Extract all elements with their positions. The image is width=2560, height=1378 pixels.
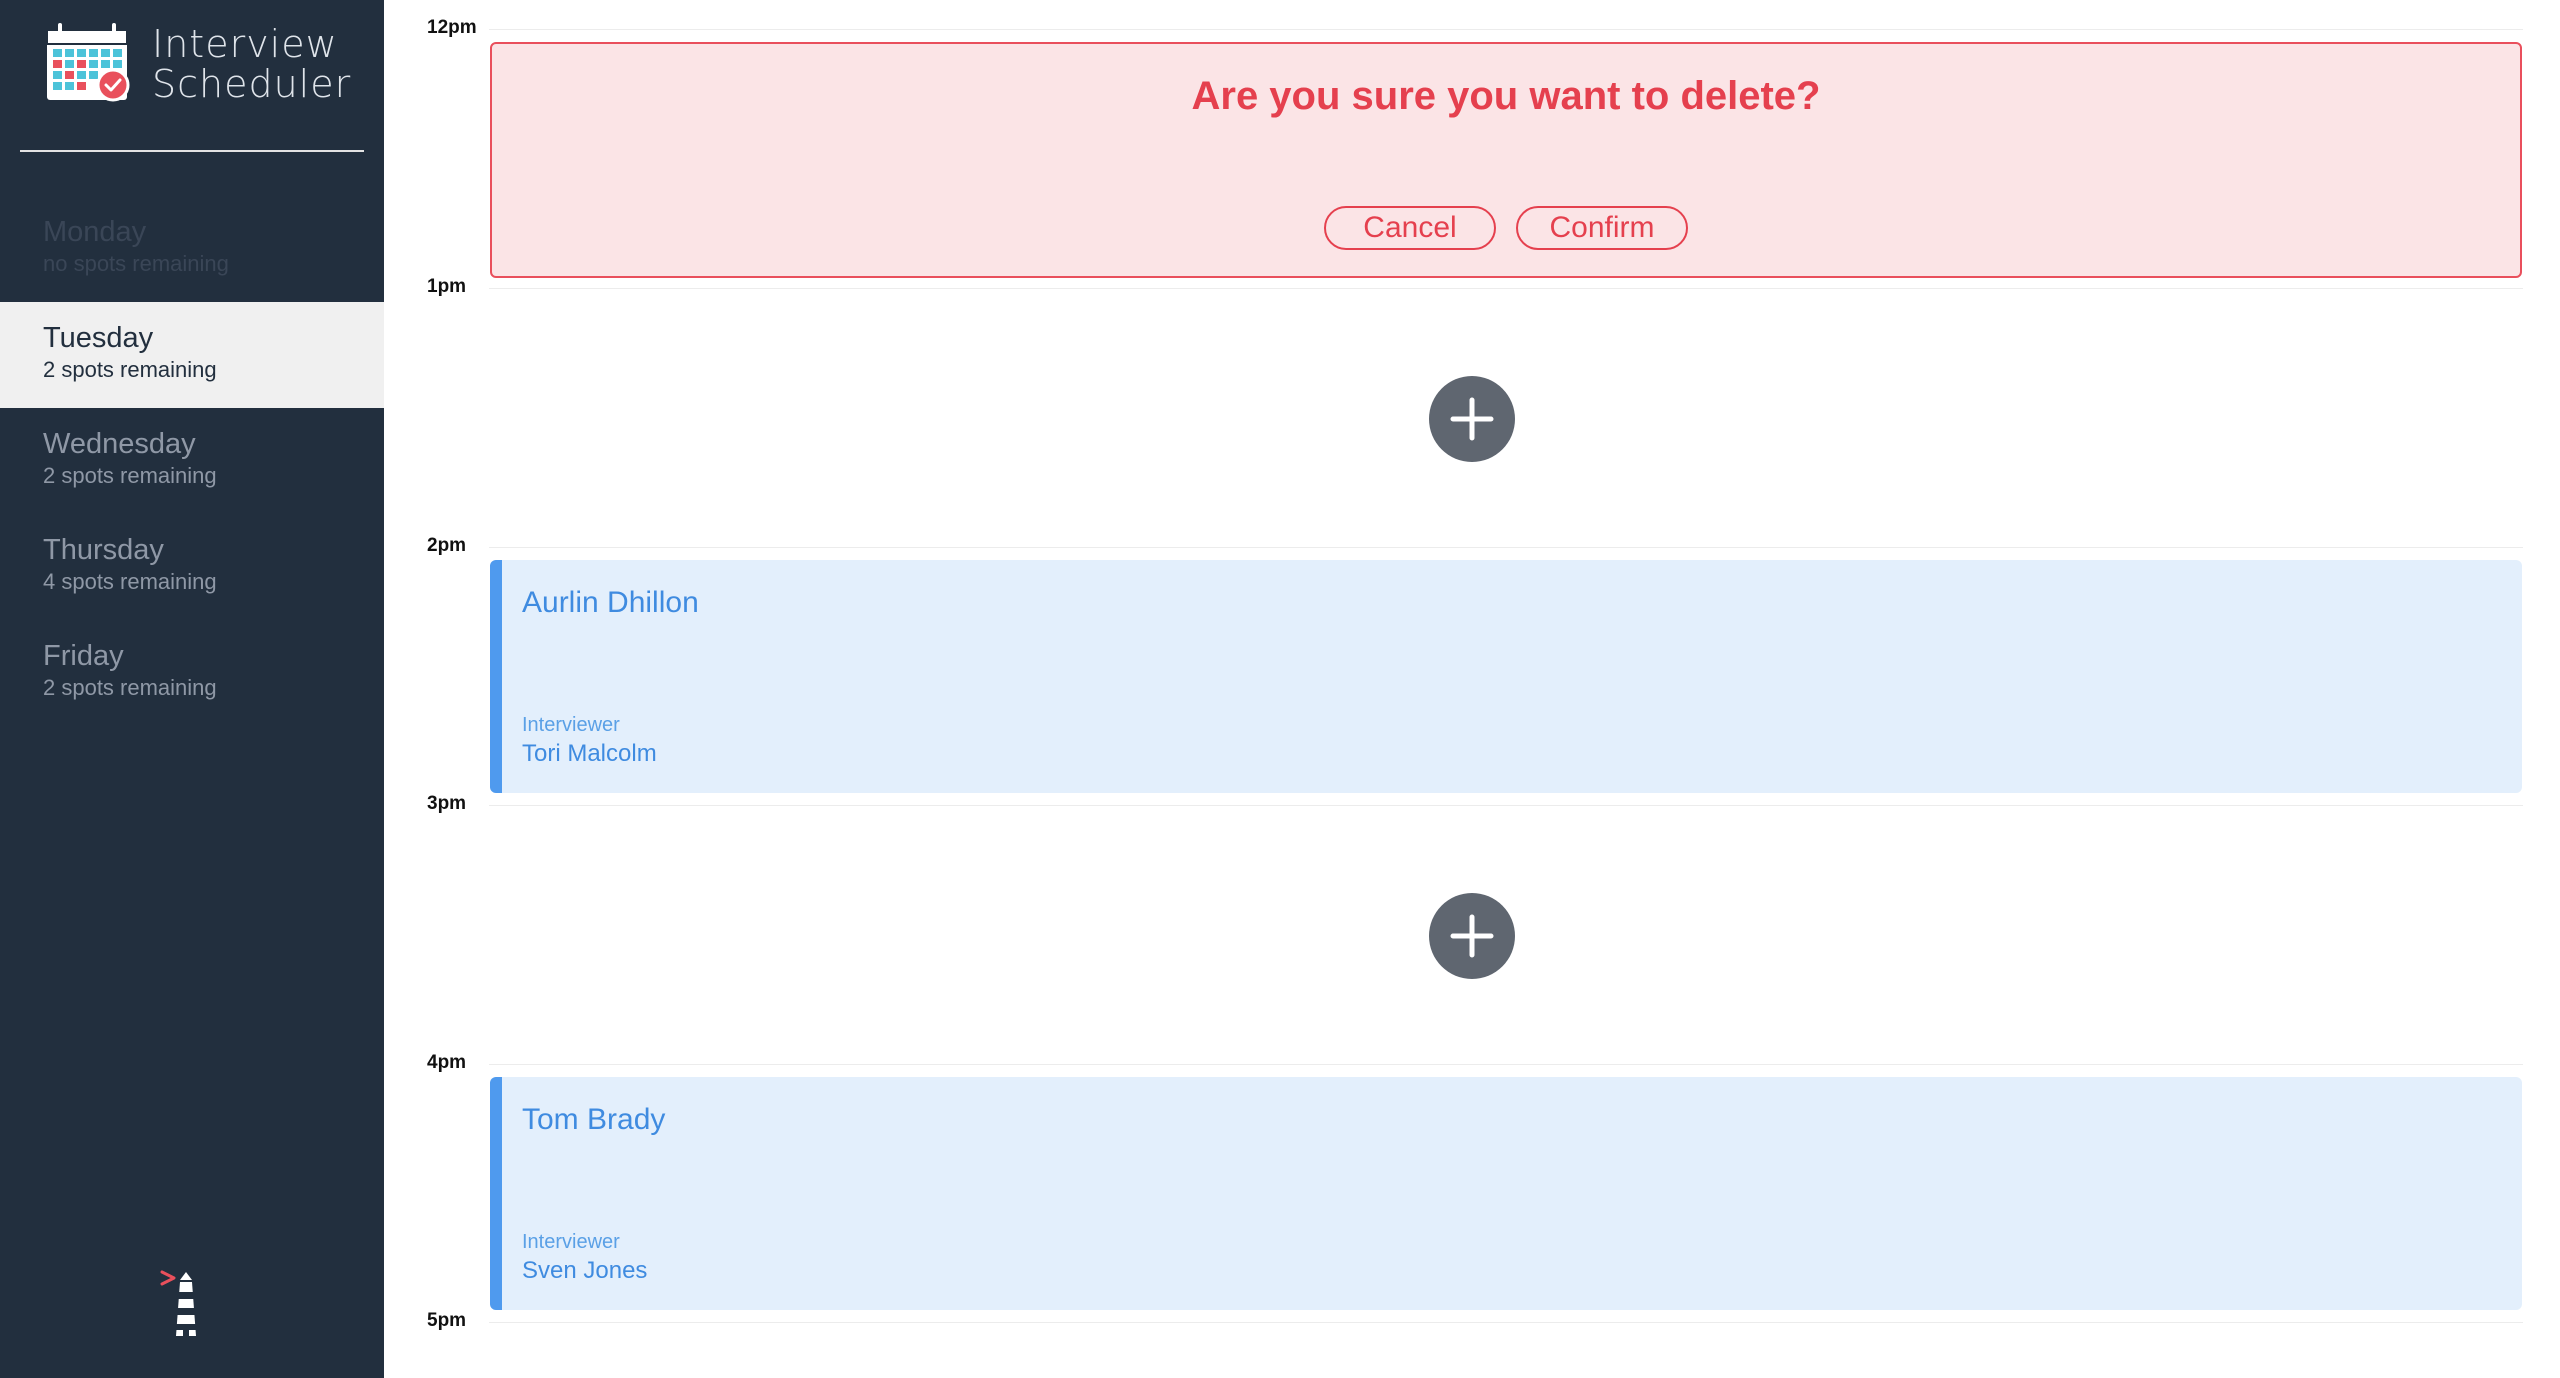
- day-spots: no spots remaining: [43, 251, 229, 276]
- day-name: Tuesday: [43, 322, 154, 354]
- sidebar: Interview Scheduler Monday no spots rema…: [0, 0, 384, 1378]
- day-spots: 4 spots remaining: [43, 569, 217, 594]
- time-label-5pm: 5pm: [427, 1310, 467, 1331]
- hour-divider: [489, 1064, 2523, 1065]
- time-label-1pm: 1pm: [427, 276, 467, 297]
- lighthouse-icon: [160, 1270, 196, 1336]
- add-appointment-button[interactable]: [1429, 376, 1515, 462]
- confirm-button[interactable]: Confirm: [1516, 206, 1688, 250]
- app-title: Interview Scheduler: [152, 24, 351, 104]
- interviewer-label: Interviewer: [522, 714, 620, 736]
- day-item-tuesday[interactable]: Tuesday 2 spots remaining: [0, 302, 384, 408]
- interviewer-name: Tori Malcolm: [522, 740, 657, 767]
- app-logo: Interview Scheduler: [44, 22, 351, 104]
- confirm-actions: Cancel Confirm: [492, 206, 2520, 250]
- plus-icon: [1450, 397, 1494, 441]
- hour-divider: [489, 288, 2523, 289]
- time-label-2pm: 2pm: [427, 535, 467, 556]
- add-appointment-button[interactable]: [1429, 893, 1515, 979]
- delete-confirmation: Are you sure you want to delete? Cancel …: [490, 42, 2522, 278]
- interviewer-label: Interviewer: [522, 1231, 620, 1253]
- hour-divider: [489, 805, 2523, 806]
- day-name: Friday: [43, 640, 124, 672]
- plus-icon: [1450, 914, 1494, 958]
- day-item-monday[interactable]: Monday no spots remaining: [0, 196, 384, 302]
- time-label-4pm: 4pm: [427, 1052, 467, 1073]
- day-item-thursday[interactable]: Thursday 4 spots remaining: [0, 514, 384, 620]
- confirm-message: Are you sure you want to delete?: [1191, 74, 1821, 118]
- hour-divider: [489, 29, 2523, 30]
- cancel-button[interactable]: Cancel: [1324, 206, 1496, 250]
- hour-divider: [489, 1322, 2523, 1323]
- time-label-3pm: 3pm: [427, 793, 467, 814]
- day-spots: 2 spots remaining: [43, 463, 217, 488]
- day-name: Monday: [43, 216, 147, 248]
- interviewer-name: Sven Jones: [522, 1257, 648, 1284]
- hour-divider: [489, 547, 2523, 548]
- appointment-card[interactable]: Tom Brady Interviewer Sven Jones: [490, 1077, 2522, 1310]
- day-item-friday[interactable]: Friday 2 spots remaining: [0, 620, 384, 726]
- day-spots: 2 spots remaining: [43, 357, 217, 382]
- calendar-check-icon: [46, 23, 130, 102]
- schedule: 12pm 1pm 2pm 3pm 4pm 5pm Are you sure yo…: [384, 0, 2560, 1378]
- app-title-line1: Interview: [152, 22, 338, 66]
- student-name: Aurlin Dhillon: [522, 586, 699, 619]
- student-name: Tom Brady: [522, 1103, 666, 1136]
- appointment-card[interactable]: Aurlin Dhillon Interviewer Tori Malcolm: [490, 560, 2522, 793]
- day-name: Thursday: [43, 534, 164, 566]
- app-title-line2: Scheduler: [152, 62, 352, 106]
- day-spots: 2 spots remaining: [43, 675, 217, 700]
- sidebar-divider: [20, 150, 364, 152]
- time-label-12pm: 12pm: [427, 17, 477, 38]
- day-item-wednesday[interactable]: Wednesday 2 spots remaining: [0, 408, 384, 514]
- day-name: Wednesday: [43, 428, 196, 460]
- day-list: Monday no spots remaining Tuesday 2 spot…: [0, 196, 384, 726]
